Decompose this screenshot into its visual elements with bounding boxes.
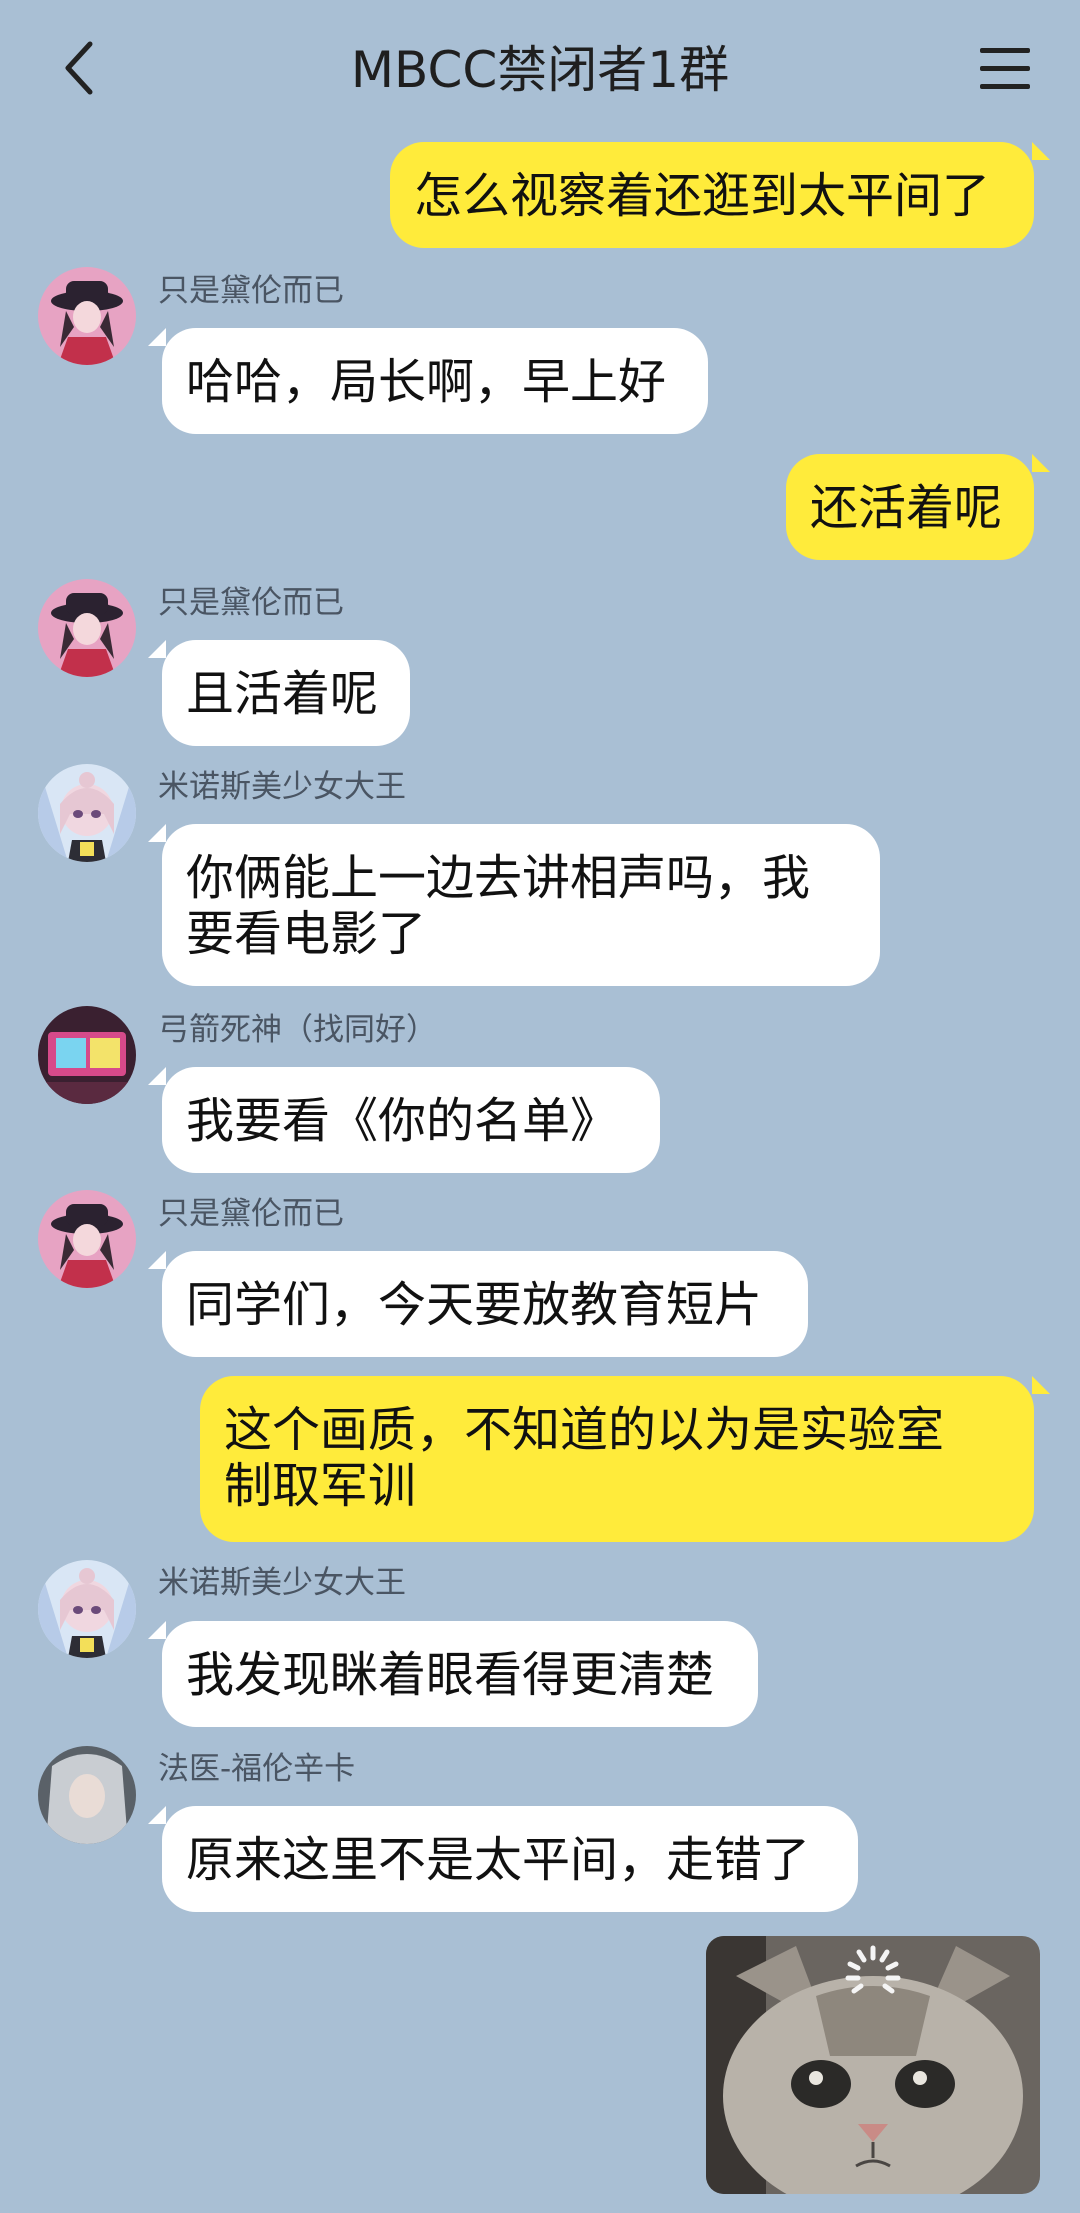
message-text: 且活着呢 xyxy=(186,666,379,722)
avatar[interactable] xyxy=(38,764,136,862)
message-text-line: 这个画质，不知道的以为是实验室 xyxy=(224,1402,945,1458)
avatar[interactable] xyxy=(38,1746,136,1844)
avatar[interactable] xyxy=(38,579,136,677)
bubble-tail xyxy=(1032,454,1050,472)
bubble-tail xyxy=(1032,1376,1050,1394)
bubble-tail xyxy=(148,1806,166,1824)
message-text: 还活着呢 xyxy=(810,480,1003,536)
avatar[interactable] xyxy=(38,1006,136,1104)
hamburger-menu-icon[interactable] xyxy=(976,42,1036,98)
chat-title: MBCC禁闭者1群 xyxy=(350,41,730,99)
sender-name: 法医-福伦辛卡 xyxy=(158,1751,356,1787)
bubble-tail xyxy=(148,328,166,346)
image-message-cat-photo[interactable] xyxy=(706,1936,1040,2194)
message-text: 怎么视察着还逛到太平间了 xyxy=(414,168,991,224)
bubble-tail xyxy=(148,640,166,658)
message-bubble-incoming[interactable]: 你俩能上一边去讲相声吗，我 要看电影了 xyxy=(162,824,880,986)
message-bubble-incoming[interactable]: 我要看《你的名单》 xyxy=(162,1067,660,1173)
sender-name: 米诺斯美少女大王 xyxy=(158,1565,406,1601)
message-text: 我发现眯着眼看得更清楚 xyxy=(186,1647,715,1703)
message-text-line: 制取军训 xyxy=(224,1458,417,1514)
message-bubble-outgoing[interactable]: 怎么视察着还逛到太平间了 xyxy=(390,142,1034,248)
bubble-tail xyxy=(148,824,166,842)
message-text-line: 要看电影了 xyxy=(186,906,427,962)
sender-name: 只是黛伦而已 xyxy=(158,1196,344,1232)
sender-name: 弓箭死神（找同好） xyxy=(158,1012,437,1048)
message-bubble-outgoing[interactable]: 还活着呢 xyxy=(786,454,1034,560)
avatar[interactable] xyxy=(38,1190,136,1288)
message-text: 哈哈，局长啊，早上好 xyxy=(186,354,667,410)
avatar[interactable] xyxy=(38,267,136,365)
message-bubble-incoming[interactable]: 原来这里不是太平间，走错了 xyxy=(162,1806,858,1912)
bubble-tail xyxy=(148,1067,166,1085)
sender-name: 只是黛伦而已 xyxy=(158,273,344,309)
message-bubble-incoming[interactable]: 同学们，今天要放教育短片 xyxy=(162,1251,808,1357)
message-bubble-incoming[interactable]: 我发现眯着眼看得更清楚 xyxy=(162,1621,758,1727)
chat-header: MBCC禁闭者1群 xyxy=(0,0,1080,140)
message-text: 我要看《你的名单》 xyxy=(186,1093,619,1149)
message-text-line: 你俩能上一边去讲相声吗，我 xyxy=(186,850,811,906)
message-text: 同学们，今天要放教育短片 xyxy=(186,1277,763,1333)
avatar[interactable] xyxy=(38,1560,136,1658)
message-text: 原来这里不是太平间，走错了 xyxy=(186,1832,811,1888)
message-bubble-incoming[interactable]: 且活着呢 xyxy=(162,640,410,746)
bubble-tail xyxy=(1032,142,1050,160)
sender-name: 只是黛伦而已 xyxy=(158,585,344,621)
sender-name: 米诺斯美少女大王 xyxy=(158,769,406,805)
bubble-tail xyxy=(148,1621,166,1639)
message-bubble-incoming[interactable]: 哈哈，局长啊，早上好 xyxy=(162,328,708,434)
bubble-tail xyxy=(148,1251,166,1269)
message-bubble-outgoing[interactable]: 这个画质，不知道的以为是实验室 制取军训 xyxy=(200,1376,1034,1542)
